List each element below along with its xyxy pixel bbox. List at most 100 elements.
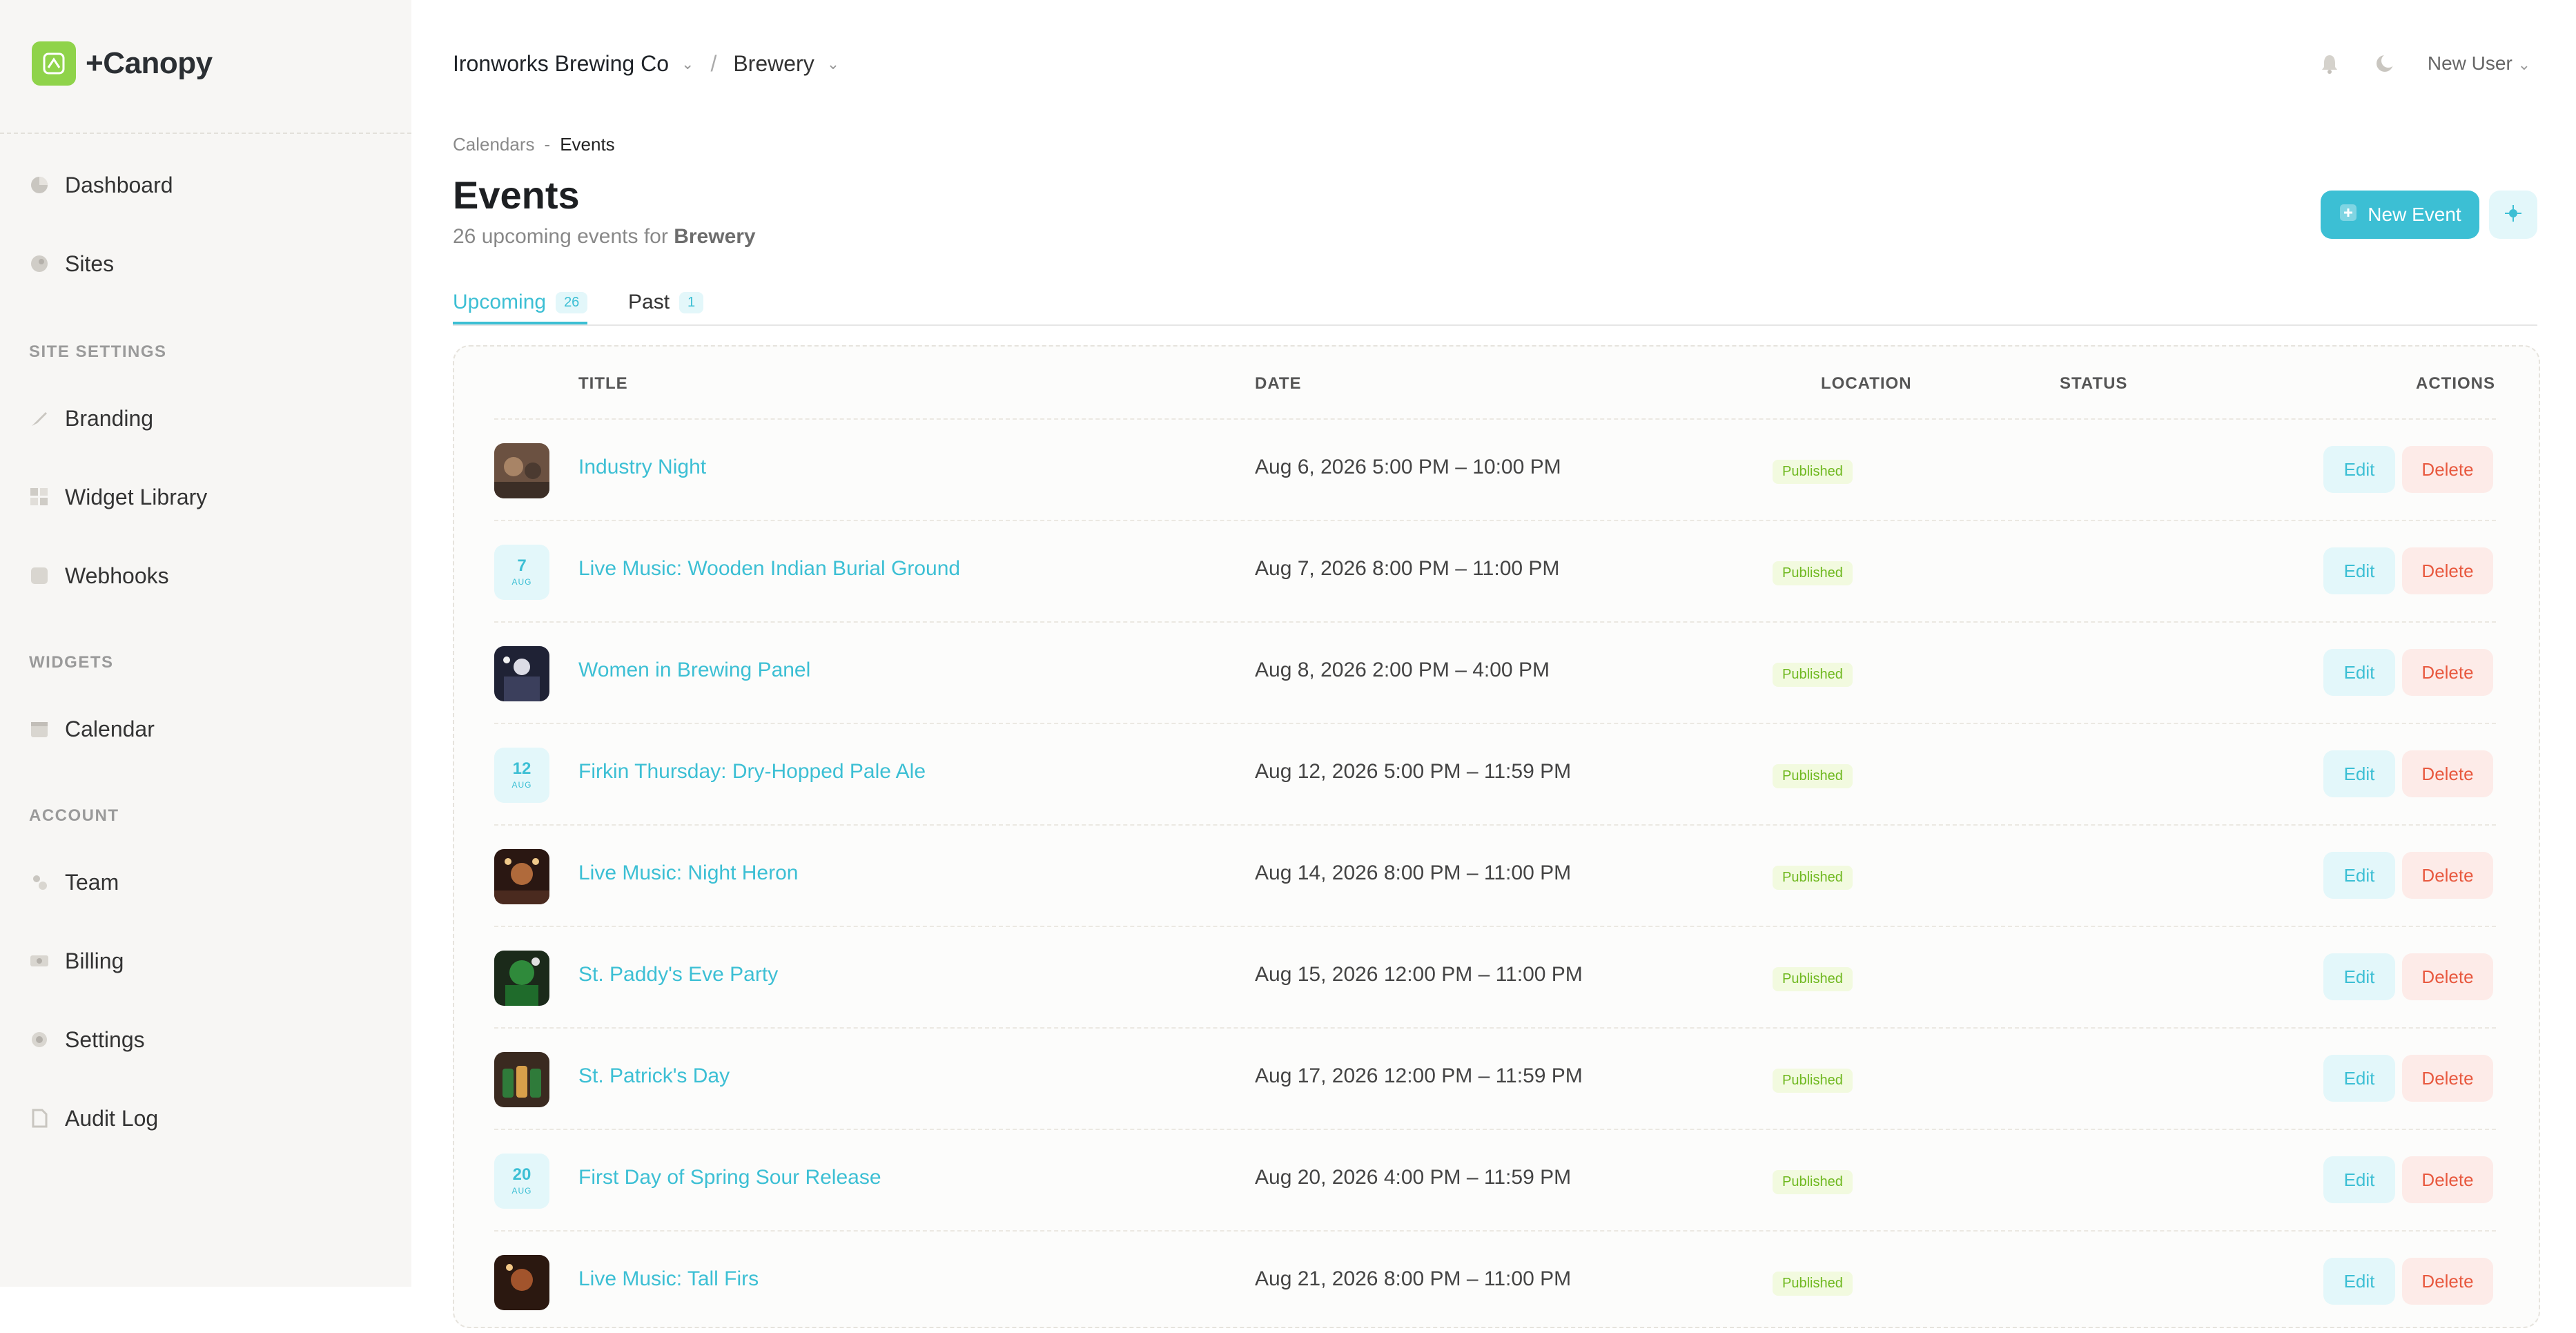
edit-button[interactable]: Edit <box>2323 649 2395 696</box>
site-name[interactable]: Brewery <box>733 51 814 77</box>
status-badge: Published <box>1773 663 1853 687</box>
sidebar-item-audit-log[interactable]: Audit Log <box>28 1098 158 1139</box>
event-date: Aug 8, 2026 2:00 PM – 4:00 PM <box>1255 659 1550 681</box>
edit-button[interactable]: Edit <box>2323 750 2395 797</box>
webhook-icon <box>28 564 51 587</box>
table-row[interactable]: 20 AUG First Day of Spring Sour Release … <box>494 1129 2496 1232</box>
date-tile-month: AUG <box>511 1186 532 1196</box>
event-thumbnail <box>494 951 549 1006</box>
breadcrumb-calendars[interactable]: Calendars <box>453 134 535 155</box>
chevron-down-icon: ⌄ <box>2517 56 2530 73</box>
status-badge: Published <box>1773 866 1853 890</box>
status-badge: Published <box>1773 561 1853 585</box>
delete-button[interactable]: Delete <box>2402 750 2493 797</box>
sidebar-item-label: Widget Library <box>65 484 208 509</box>
event-tabs: Upcoming 26 Past 1 <box>453 283 2537 326</box>
delete-button[interactable]: Delete <box>2402 446 2493 493</box>
table-row[interactable]: Live Music: Tall Firs Aug 21, 2026 8:00 … <box>494 1230 2496 1333</box>
edit-button[interactable]: Edit <box>2323 446 2395 493</box>
delete-button[interactable]: Delete <box>2402 547 2493 594</box>
event-date: Aug 20, 2026 4:00 PM – 11:59 PM <box>1255 1166 1572 1189</box>
user-name: New User <box>2427 52 2512 74</box>
sidebar-item-webhooks[interactable]: Webhooks <box>28 555 169 596</box>
event-date: Aug 7, 2026 8:00 PM – 11:00 PM <box>1255 557 1560 580</box>
event-title-link[interactable]: Live Music: Night Heron <box>578 862 798 885</box>
table-row[interactable]: St. Paddy's Eve Party Aug 15, 2026 12:00… <box>494 926 2496 1029</box>
status-badge: Published <box>1773 764 1853 788</box>
table-row[interactable]: Industry Night Aug 6, 2026 5:00 PM – 10:… <box>494 418 2496 521</box>
sidebar: +Canopy Dashboard Sites SITE SETTINGS Br… <box>0 0 411 1287</box>
status-badge: Published <box>1773 967 1853 991</box>
event-date: Aug 6, 2026 5:00 PM – 10:00 PM <box>1255 456 1561 478</box>
new-event-button[interactable]: New Event <box>2321 191 2479 239</box>
sync-button[interactable] <box>2489 191 2537 239</box>
moon-icon[interactable] <box>2372 51 2397 76</box>
sidebar-item-label: Settings <box>65 1026 145 1052</box>
event-title-link[interactable]: Firkin Thursday: Dry-Hopped Pale Ale <box>578 760 926 784</box>
delete-button[interactable]: Delete <box>2402 1156 2493 1203</box>
event-title-link[interactable]: St. Paddy's Eve Party <box>578 963 778 986</box>
sidebar-item-label: Dashboard <box>65 172 173 197</box>
edit-button[interactable]: Edit <box>2323 953 2395 1000</box>
edit-button[interactable]: Edit <box>2323 547 2395 594</box>
event-title-link[interactable]: Women in Brewing Panel <box>578 659 810 682</box>
tab-past[interactable]: Past 1 <box>628 283 704 322</box>
event-date: Aug 14, 2026 8:00 PM – 11:00 PM <box>1255 862 1572 884</box>
delete-button[interactable]: Delete <box>2402 852 2493 899</box>
column-header-title: TITLE <box>578 374 628 393</box>
event-title-link[interactable]: Live Music: Wooden Indian Burial Ground <box>578 557 960 581</box>
sidebar-item-label: Webhooks <box>65 563 169 588</box>
event-thumbnail <box>494 1255 549 1310</box>
brand[interactable]: +Canopy <box>32 41 213 86</box>
table-row[interactable]: 7 AUG Live Music: Wooden Indian Burial G… <box>494 520 2496 623</box>
sidebar-item-label: Billing <box>65 948 124 973</box>
status-badge: Published <box>1773 1272 1853 1296</box>
table-row[interactable]: Women in Brewing Panel Aug 8, 2026 2:00 … <box>494 621 2496 724</box>
sidebar-item-dashboard[interactable]: Dashboard <box>28 164 173 206</box>
pie-chart-icon <box>28 173 51 197</box>
event-title-link[interactable]: St. Patrick's Day <box>578 1064 730 1088</box>
edit-button[interactable]: Edit <box>2323 852 2395 899</box>
table-row[interactable]: Live Music: Night Heron Aug 14, 2026 8:0… <box>494 824 2496 927</box>
team-icon <box>28 870 51 894</box>
sidebar-item-billing[interactable]: Billing <box>28 940 124 982</box>
sidebar-item-widget-library[interactable]: Widget Library <box>28 476 207 518</box>
event-date-tile: 12 AUG <box>494 748 549 803</box>
calendar-icon <box>28 717 51 741</box>
edit-button[interactable]: Edit <box>2323 1156 2395 1203</box>
delete-button[interactable]: Delete <box>2402 649 2493 696</box>
sidebar-item-settings[interactable]: Settings <box>28 1019 145 1060</box>
brush-icon <box>28 407 51 430</box>
event-thumbnail <box>494 849 549 904</box>
sidebar-item-calendar[interactable]: Calendar <box>28 708 155 750</box>
tab-label: Upcoming <box>453 291 547 313</box>
section-header-site-settings: SITE SETTINGS <box>29 342 167 361</box>
breadcrumb-current: Events <box>560 134 615 155</box>
event-title-link[interactable]: Live Music: Tall Firs <box>578 1267 759 1291</box>
tab-upcoming[interactable]: Upcoming 26 <box>453 283 588 324</box>
sidebar-item-sites[interactable]: Sites <box>28 243 114 284</box>
tab-label: Past <box>628 291 670 313</box>
bell-icon[interactable] <box>2317 51 2342 76</box>
chevron-down-icon[interactable]: ⌄ <box>827 55 839 73</box>
edit-button[interactable]: Edit <box>2323 1055 2395 1102</box>
delete-button[interactable]: Delete <box>2402 1258 2493 1305</box>
delete-button[interactable]: Delete <box>2402 1055 2493 1102</box>
event-title-link[interactable]: First Day of Spring Sour Release <box>578 1166 881 1189</box>
status-badge: Published <box>1773 460 1853 484</box>
delete-button[interactable]: Delete <box>2402 953 2493 1000</box>
table-row[interactable]: 12 AUG Firkin Thursday: Dry-Hopped Pale … <box>494 723 2496 826</box>
page-subtitle: 26 upcoming events for Brewery <box>453 225 756 249</box>
org-name[interactable]: Ironworks Brewing Co <box>453 51 669 77</box>
chevron-down-icon[interactable]: ⌄ <box>681 55 694 73</box>
edit-button[interactable]: Edit <box>2323 1258 2395 1305</box>
user-menu[interactable]: New User ⌄ <box>2428 52 2530 75</box>
table-row[interactable]: St. Patrick's Day Aug 17, 2026 12:00 PM … <box>494 1027 2496 1130</box>
sidebar-item-team[interactable]: Team <box>28 862 119 903</box>
event-date: Aug 12, 2026 5:00 PM – 11:59 PM <box>1255 760 1572 783</box>
breadcrumb-separator: / <box>710 51 717 76</box>
sidebar-item-branding[interactable]: Branding <box>28 398 153 439</box>
event-title-link[interactable]: Industry Night <box>578 456 706 479</box>
event-thumbnail <box>494 1052 549 1107</box>
sidebar-item-label: Team <box>65 869 119 895</box>
